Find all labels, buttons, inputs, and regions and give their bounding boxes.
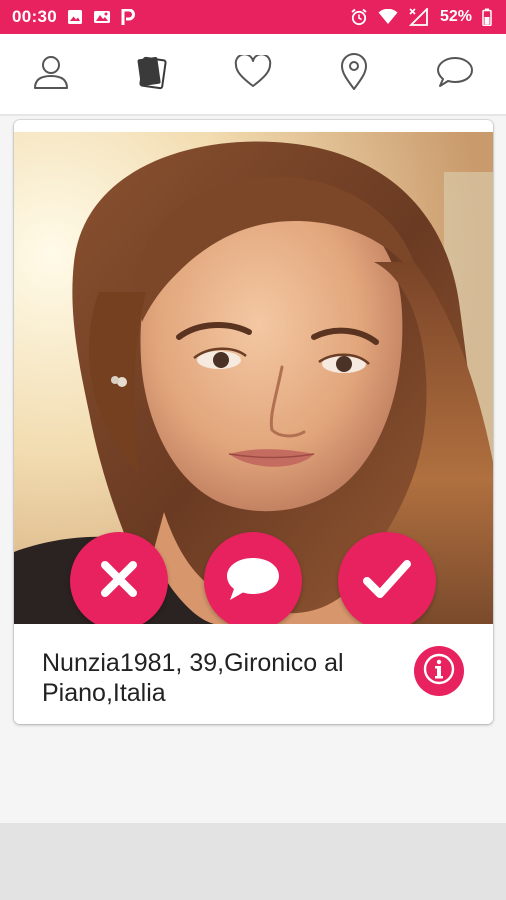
bottom-bar: [0, 823, 506, 900]
profile-card[interactable]: Nunzia1981, 39,Gironico al Piano,Italia: [14, 120, 493, 724]
top-navigation: [0, 34, 506, 116]
check-icon: [362, 557, 412, 606]
status-bar: 00:30 52%: [0, 0, 506, 34]
status-time: 00:30: [12, 7, 57, 26]
image-icon: [67, 9, 83, 25]
chat-bubble-icon: [435, 55, 475, 94]
profile-summary: Nunzia1981, 39,Gironico al Piano,Italia: [42, 649, 344, 707]
nav-cards[interactable]: [127, 49, 177, 99]
message-button[interactable]: [204, 532, 302, 624]
info-icon: [422, 652, 456, 691]
card-action-bar: [14, 530, 493, 624]
profile-photo[interactable]: [14, 132, 493, 624]
dislike-button[interactable]: [70, 532, 168, 624]
profile-info-row: Nunzia1981, 39,Gironico al Piano,Italia: [14, 624, 493, 724]
profile-icon: [32, 53, 70, 96]
photo-icon: [93, 9, 111, 25]
wifi-icon: [378, 9, 398, 25]
chat-bubble-icon: [224, 555, 282, 608]
close-icon: [97, 557, 141, 606]
nav-messages[interactable]: [430, 49, 480, 99]
like-button[interactable]: [338, 532, 436, 624]
nav-likes[interactable]: [228, 49, 278, 99]
heart-icon: [234, 52, 272, 94]
cards-icon: [133, 53, 171, 96]
info-button[interactable]: [414, 646, 464, 696]
battery-icon: [482, 8, 492, 26]
alarm-icon: [350, 8, 368, 26]
battery-percent: 52%: [439, 8, 472, 25]
nav-profile[interactable]: [26, 49, 76, 99]
signal-icon: [408, 8, 430, 26]
location-pin-icon: [339, 52, 369, 96]
parking-icon: [121, 8, 135, 26]
nav-location[interactable]: [329, 49, 379, 99]
